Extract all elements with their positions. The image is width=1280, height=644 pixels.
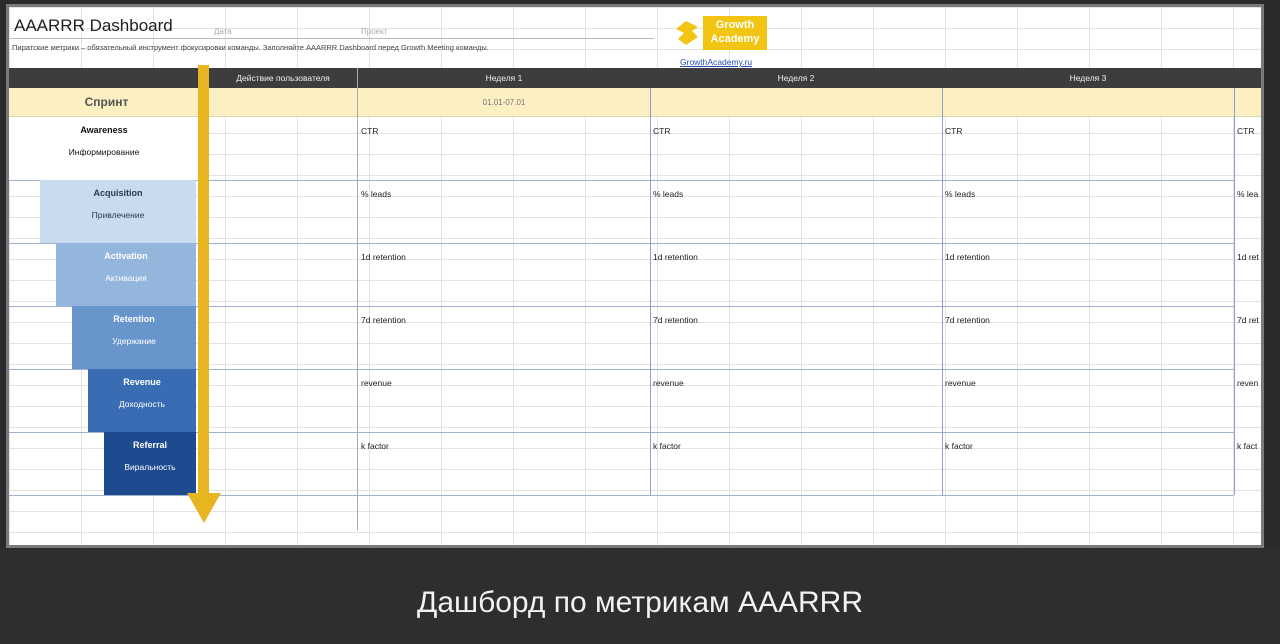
spreadsheet-screenshot: AAARRR Dashboard Дата Проект Пиратские м… xyxy=(6,4,1264,548)
project-label: Проект xyxy=(361,27,388,36)
metric-cell-week-1[interactable]: 1d retention xyxy=(361,252,406,262)
stage-name-en: Revenue xyxy=(123,377,161,387)
metric-cell-week-2[interactable]: 7d retention xyxy=(653,315,698,325)
metric-cell-week-2[interactable]: % leads xyxy=(653,189,683,199)
metric-cell-week-2[interactable]: 1d retention xyxy=(653,252,698,262)
metric-cell-week-4[interactable]: CTR xyxy=(1237,126,1254,136)
metric-cell-week-3[interactable]: k factor xyxy=(945,441,973,451)
funnel-arrow-shaft xyxy=(198,65,209,495)
dashboard-title: AAARRR Dashboard xyxy=(14,16,173,35)
funnel-arrow-head xyxy=(187,493,221,523)
date-label: Дата xyxy=(214,27,232,36)
metric-cell-week-3[interactable]: CTR xyxy=(945,126,962,136)
dashboard-description: Пиратские метрики – обязательный инструм… xyxy=(12,43,489,52)
metric-cell-week-4[interactable]: reven xyxy=(1237,378,1258,388)
metric-cell-week-3[interactable]: 1d retention xyxy=(945,252,990,262)
metric-cell-week-1[interactable]: % leads xyxy=(361,189,391,199)
stage-block-referral[interactable]: Referral Виральность xyxy=(104,432,196,495)
metric-cell-week-4[interactable]: % lea xyxy=(1237,189,1258,199)
week-divider xyxy=(650,88,651,495)
week-divider xyxy=(942,88,943,495)
metric-cell-week-4[interactable]: k fact xyxy=(1237,441,1257,451)
metric-cell-week-1[interactable]: CTR xyxy=(361,126,378,136)
stage-name-en: Activation xyxy=(104,251,148,261)
stage-name-ru: Активация xyxy=(105,273,147,283)
metric-cell-week-2[interactable]: k factor xyxy=(653,441,681,451)
metric-cell-week-1[interactable]: revenue xyxy=(361,378,392,388)
stage-name-en: Awareness xyxy=(80,125,128,135)
stage-name-en: Referral xyxy=(132,440,168,450)
video-caption: Дашборд по метрикам AAARRR xyxy=(417,586,863,619)
metric-cell-week-4[interactable]: 1d ret xyxy=(1237,252,1259,262)
stage-block-retention[interactable]: Retention Удержание xyxy=(72,306,196,369)
title-divider xyxy=(9,38,654,39)
metric-cell-week-2[interactable]: revenue xyxy=(653,378,684,388)
metric-cell-week-4[interactable]: 7d ret xyxy=(1237,315,1259,325)
stage-name-ru: Виральность xyxy=(124,462,176,472)
header-week-2[interactable]: Неделя 2 xyxy=(650,68,942,88)
stage-name-en: Acquisition xyxy=(93,188,143,198)
stage-name-ru: Доходность xyxy=(118,399,166,409)
growth-academy-link[interactable]: GrowthAcademy.ru xyxy=(680,57,752,67)
growth-academy-logo-icon xyxy=(676,21,698,45)
metric-cell-week-1[interactable]: 7d retention xyxy=(361,315,406,325)
week-divider xyxy=(1234,88,1235,495)
stage-name-ru: Привлечение xyxy=(91,210,145,220)
stage-block-activation[interactable]: Activation Активация xyxy=(56,243,196,306)
header-week-1[interactable]: Неделя 1 xyxy=(358,68,650,88)
metric-cell-week-3[interactable]: revenue xyxy=(945,378,976,388)
metric-cell-week-3[interactable]: 7d retention xyxy=(945,315,990,325)
header-week-3[interactable]: Неделя 3 xyxy=(942,68,1234,88)
stage-name-ru: Информирование xyxy=(68,147,140,157)
header-user-action[interactable]: Действие пользователя xyxy=(209,68,357,88)
metric-cell-week-2[interactable]: CTR xyxy=(653,126,670,136)
stage-block-revenue[interactable]: Revenue Доходность xyxy=(88,369,196,432)
stage-block-awareness[interactable]: Awareness Информирование xyxy=(9,117,199,180)
metric-cell-week-1[interactable]: k factor xyxy=(361,441,389,451)
logo-text: Growth Academy xyxy=(710,19,760,45)
stage-name-en: Retention xyxy=(113,314,155,324)
column-divider xyxy=(357,68,358,530)
sprint-dates[interactable]: 01.01-07.01 xyxy=(359,88,649,117)
sprint-label: Спринт xyxy=(84,95,129,109)
stage-block-acquisition[interactable]: Acquisition Привлечение xyxy=(40,180,196,243)
stage-name-ru: Удержание xyxy=(112,336,156,346)
metric-cell-week-3[interactable]: % leads xyxy=(945,189,975,199)
